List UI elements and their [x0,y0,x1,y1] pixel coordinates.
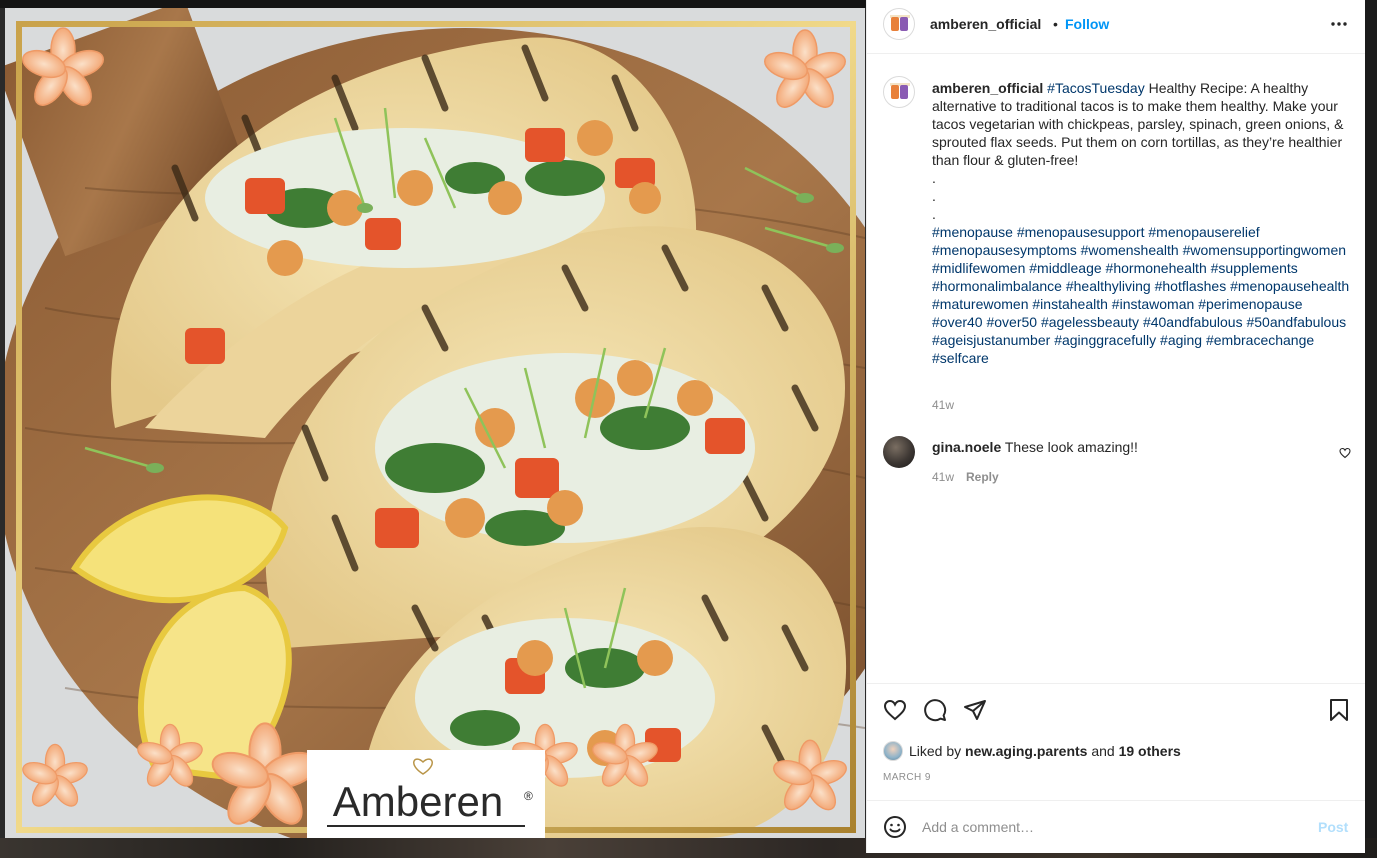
hashtag-link[interactable]: #hormonehealth [1106,260,1207,276]
hashtag-link[interactable]: #embracechange [1206,332,1314,348]
share-icon[interactable] [963,698,987,727]
post-image[interactable]: Amberen ® [5,8,865,838]
hashtag-link[interactable]: #maturewomen [932,296,1029,312]
caption-dot: . [932,188,936,204]
action-bar [867,683,1365,737]
likes-joiner: and [1091,743,1115,759]
hashtag-link[interactable]: #healthyliving [1066,278,1151,294]
hashtag-link[interactable]: #over40 [932,314,983,330]
hashtag-link[interactable]: #womenshealth [1081,242,1179,258]
liker-avatar[interactable] [883,741,903,761]
hashtag-link[interactable]: #40andfabulous [1143,314,1243,330]
hashtag-link[interactable]: #aging [1160,332,1202,348]
comment-text: These look amazing!! [1004,439,1138,455]
header-separator: • [1053,16,1058,32]
commenter-username[interactable]: gina.noele [932,439,1001,455]
post-date[interactable]: MARCH 9 [883,772,931,783]
window-right-edge [1365,0,1377,858]
hashtag-link[interactable]: #ageisjustanumber [932,332,1050,348]
hashtag-link[interactable]: #menopausesupport [1017,224,1145,240]
hashtag-link[interactable]: #50andfabulous [1246,314,1346,330]
hashtag-link[interactable]: #midlifewomen [932,260,1025,276]
author-avatar[interactable] [883,8,915,40]
heart-icon[interactable] [883,698,907,727]
hashtag-link[interactable]: #aginggracefully [1054,332,1156,348]
brand-registered-mark: ® [524,789,533,803]
hashtag-link[interactable]: #instahealth [1032,296,1108,312]
comment-timestamp[interactable]: 41w [932,470,954,484]
hashtag-link[interactable]: #over50 [986,314,1037,330]
caption-timestamp[interactable]: 41w [932,398,954,412]
likes-prefix: Liked by [909,743,962,759]
comment-item: gina.noele These look amazing!! [932,439,1138,455]
hashtag-link[interactable]: #menopauserelief [1148,224,1259,240]
comment-meta: 41w Reply [932,470,999,484]
post-header: amberen_official • Follow [867,0,1365,54]
post-caption: amberen_official #TacosTuesday Healthy R… [932,79,1352,367]
hashtag-link[interactable]: #menopause [932,224,1013,240]
hashtag-link[interactable]: #selfcare [932,350,989,366]
caption-lead-hashtag[interactable]: #TacosTuesday [1047,80,1145,96]
kebab-more-icon[interactable] [1329,14,1349,39]
brand-logo-text: Amberen [333,778,503,825]
window-top-edge [0,0,866,8]
hashtag-link[interactable]: #hormonalimbalance [932,278,1062,294]
hashtag-link[interactable]: #middleage [1029,260,1101,276]
hashtag-link[interactable]: #womensupportingwomen [1183,242,1346,258]
hashtag-link[interactable]: #agelessbeauty [1041,314,1139,330]
add-comment-bar: Post [867,800,1365,853]
likes-summary: Liked by new.aging.parents and 19 others [883,741,1181,761]
follow-button[interactable]: Follow [1065,16,1109,32]
small-heart-icon[interactable] [1339,446,1351,464]
likes-others-link[interactable]: 19 others [1119,743,1181,759]
hashtag-link[interactable]: #menopausehealth [1230,278,1349,294]
comment-icon[interactable] [923,698,947,727]
caption-username[interactable]: amberen_official [932,80,1043,96]
liker-username[interactable]: new.aging.parents [965,743,1087,759]
reply-button[interactable]: Reply [966,470,999,484]
commenter-avatar[interactable] [883,436,915,468]
caption-dot: . [932,206,936,222]
post-comment-button[interactable]: Post [1318,819,1348,835]
hashtag-link[interactable]: #perimenopause [1198,296,1302,312]
hashtag-link[interactable]: #hotflashes [1155,278,1227,294]
hashtag-link[interactable]: #instawoman [1112,296,1195,312]
caption-hashtags: #menopause #menopausesupport #menopauser… [932,223,1352,367]
hashtag-link[interactable]: #menopausesymptoms [932,242,1077,258]
emoji-icon[interactable] [883,815,907,844]
comment-input[interactable] [922,815,1302,839]
caption-dot: . [932,170,936,186]
bookmark-icon[interactable] [1327,698,1351,727]
author-username[interactable]: amberen_official [930,16,1041,32]
post-details-panel: amberen_official • Follow amberen_offici… [866,0,1365,853]
caption-author-avatar[interactable] [883,76,915,108]
hashtag-link[interactable]: #supplements [1211,260,1298,276]
